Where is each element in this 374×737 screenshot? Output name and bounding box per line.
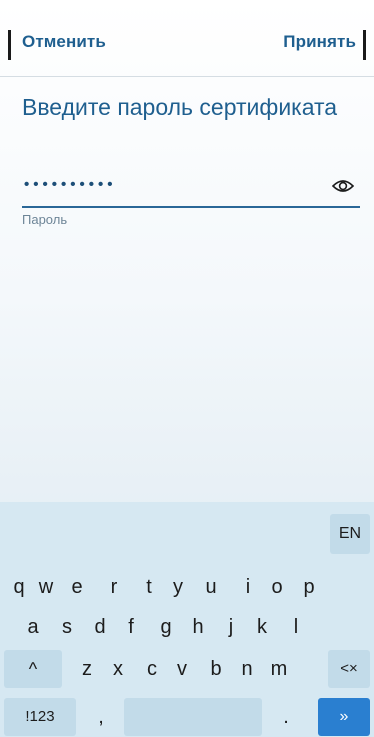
key-q[interactable]: q	[4, 568, 34, 606]
screen: Отменить Принять Введите пароль сертифик…	[0, 0, 374, 737]
eye-icon[interactable]	[331, 178, 355, 194]
key-b[interactable]: b	[201, 650, 231, 688]
accept-button[interactable]: Принять	[283, 32, 356, 52]
key-v[interactable]: v	[167, 650, 197, 688]
key-c[interactable]: c	[137, 650, 167, 688]
key-h[interactable]: h	[183, 608, 213, 646]
comma-key[interactable]: ,	[86, 698, 116, 736]
backspace-key[interactable]: <×	[328, 650, 370, 688]
password-helper-label: Пароль	[22, 212, 68, 227]
key-f[interactable]: f	[116, 608, 146, 646]
password-value: ••••••••••	[24, 176, 117, 193]
key-r[interactable]: r	[99, 568, 129, 606]
key-o[interactable]: o	[262, 568, 292, 606]
page-title: Введите пароль сертификата	[22, 94, 338, 120]
key-p[interactable]: p	[294, 568, 324, 606]
key-s[interactable]: s	[52, 608, 82, 646]
key-u[interactable]: u	[196, 568, 226, 606]
language-key[interactable]: EN	[330, 514, 370, 554]
key-t[interactable]: t	[134, 568, 164, 606]
key-i[interactable]: i	[233, 568, 263, 606]
top-action-bar: Отменить Принять	[0, 0, 374, 77]
space-key[interactable]	[124, 698, 262, 736]
key-z[interactable]: z	[72, 650, 102, 688]
symbols-key[interactable]: !123	[4, 698, 76, 736]
key-n[interactable]: n	[232, 650, 262, 688]
key-a[interactable]: a	[18, 608, 48, 646]
key-j[interactable]: j	[216, 608, 246, 646]
shift-key[interactable]: ^	[4, 650, 62, 688]
key-m[interactable]: m	[264, 650, 294, 688]
key-w[interactable]: w	[31, 568, 61, 606]
key-y[interactable]: y	[163, 568, 193, 606]
cancel-button[interactable]: Отменить	[22, 32, 106, 52]
period-key[interactable]: .	[271, 698, 301, 736]
on-screen-keyboard: EN q w e r t y u i o p a s d f g h j k l…	[0, 502, 374, 737]
key-d[interactable]: d	[85, 608, 115, 646]
password-field[interactable]: ••••••••••	[22, 170, 360, 208]
key-g[interactable]: g	[151, 608, 181, 646]
key-x[interactable]: x	[103, 650, 133, 688]
key-e[interactable]: e	[62, 568, 92, 606]
key-l[interactable]: l	[281, 608, 311, 646]
key-k[interactable]: k	[247, 608, 277, 646]
enter-key[interactable]: »	[318, 698, 370, 736]
